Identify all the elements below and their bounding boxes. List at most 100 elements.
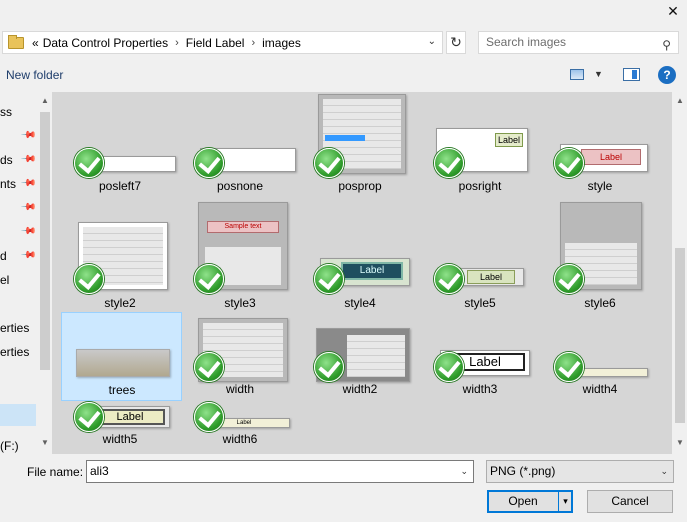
file-name: width2 (342, 382, 378, 396)
nav-item[interactable]: ss (0, 105, 12, 123)
new-folder-button[interactable]: New folder (6, 68, 63, 82)
content-scrollbar-thumb[interactable] (675, 248, 685, 423)
chevron-down-icon[interactable]: ⌄ (428, 36, 436, 47)
open-button-label: Open (508, 494, 538, 508)
file-item[interactable]: Sample text style3 (180, 202, 300, 310)
file-item[interactable]: posnone (180, 92, 300, 193)
checkmark-icon (554, 352, 584, 382)
nav-item[interactable]: erties (0, 321, 29, 339)
file-name: width4 (582, 382, 618, 396)
search-placeholder: Search images (486, 35, 567, 49)
chevron-down-icon[interactable]: ▼ (594, 69, 603, 79)
file-item[interactable]: width2 (300, 312, 420, 407)
checkmark-icon (314, 264, 344, 294)
pin-icon[interactable]: 📌 (20, 223, 37, 240)
chevron-right-icon[interactable]: › (175, 37, 179, 49)
breadcrumb-item[interactable]: Data Control Properties (43, 36, 168, 50)
refresh-button[interactable]: ↻ (446, 31, 466, 54)
search-input[interactable]: Search images ⚲ (478, 31, 679, 54)
file-item[interactable]: Label width5 (60, 402, 180, 454)
nav-item[interactable]: nts (0, 177, 16, 195)
file-name: posleft7 (98, 179, 142, 193)
file-item[interactable]: width4 (540, 312, 660, 407)
preview-pane-icon[interactable] (623, 68, 640, 81)
pin-icon[interactable]: 📌 (20, 247, 37, 264)
breadcrumb-overflow[interactable]: « (32, 36, 39, 50)
search-icon[interactable]: ⚲ (662, 35, 671, 56)
pin-icon[interactable]: 📌 (20, 127, 37, 144)
file-item[interactable]: posleft7 (60, 92, 180, 193)
file-name: style5 (464, 296, 496, 310)
checkmark-icon (554, 264, 584, 294)
checkmark-icon (314, 148, 344, 178)
file-name-input[interactable]: ali3 ⌄ (86, 460, 474, 483)
nav-item[interactable]: d (0, 249, 7, 267)
address-bar[interactable]: « Data Control Properties › Field Label … (2, 31, 443, 54)
scroll-down-icon[interactable]: ▼ (41, 438, 49, 447)
view-icon[interactable] (570, 69, 584, 80)
file-name: width6 (222, 432, 258, 446)
checkmark-icon (314, 352, 344, 382)
cancel-button[interactable]: Cancel (587, 490, 673, 513)
nav-scrollbar-thumb[interactable] (40, 112, 50, 370)
checkmark-icon (554, 148, 584, 178)
file-name: width5 (102, 432, 138, 446)
file-item[interactable]: Label style5 (420, 202, 540, 310)
nav-item[interactable]: el (0, 273, 9, 291)
pin-icon[interactable]: 📌 (20, 199, 37, 216)
file-name-label: File name: (27, 465, 84, 479)
file-name: posprop (338, 179, 382, 193)
checkmark-icon (194, 402, 224, 432)
checkmark-icon (194, 148, 224, 178)
file-item[interactable]: Label style4 (300, 202, 420, 310)
file-item[interactable]: posprop (300, 92, 420, 193)
nav-item[interactable]: ds (0, 153, 13, 171)
file-type-select[interactable]: PNG (*.png) ⌄ (486, 460, 674, 483)
file-item-selected[interactable]: trees (61, 312, 182, 401)
help-icon[interactable]: ? (658, 66, 676, 84)
file-item[interactable]: style2 (60, 202, 180, 310)
checkmark-icon (434, 352, 464, 382)
close-icon[interactable]: ✕ (665, 2, 681, 20)
chevron-right-icon[interactable]: › (251, 37, 255, 49)
nav-item[interactable]: erties (0, 345, 29, 363)
open-dropdown-icon[interactable]: ▾ (558, 491, 572, 512)
file-type-value: PNG (*.png) (490, 464, 556, 478)
checkmark-icon (194, 352, 224, 382)
pin-icon[interactable]: 📌 (20, 151, 37, 168)
folder-icon (8, 34, 24, 49)
breadcrumb-item[interactable]: images (262, 36, 301, 50)
file-name: style3 (224, 296, 256, 310)
scroll-down-icon[interactable]: ▼ (676, 438, 684, 447)
file-name: style4 (344, 296, 376, 310)
breadcrumb-item[interactable]: Field Label (186, 36, 245, 50)
file-thumbnail (76, 349, 170, 377)
scroll-up-icon[interactable]: ▲ (41, 96, 49, 105)
file-item[interactable]: Label width6 (180, 402, 300, 454)
file-name: style (587, 179, 613, 193)
file-item[interactable]: Label posright (420, 92, 540, 193)
checkmark-icon (74, 264, 104, 294)
pin-icon[interactable]: 📌 (20, 175, 37, 192)
nav-item[interactable]: (F:) (0, 439, 19, 457)
checkmark-icon (434, 264, 464, 294)
chevron-down-icon[interactable]: ⌄ (460, 461, 468, 482)
file-item[interactable]: Label width3 (420, 312, 540, 407)
file-name: trees (108, 383, 136, 397)
file-name: width3 (462, 382, 498, 396)
checkmark-icon (434, 148, 464, 178)
checkmark-icon (74, 402, 104, 432)
checkmark-icon (194, 264, 224, 294)
nav-selection (0, 404, 36, 426)
file-item[interactable]: width (180, 312, 300, 407)
file-name: posright (458, 179, 502, 193)
file-item[interactable]: Label style (540, 92, 660, 193)
chevron-down-icon[interactable]: ⌄ (660, 461, 668, 482)
file-name: posnone (216, 179, 264, 193)
checkmark-icon (74, 148, 104, 178)
file-list[interactable]: posleft7 posnone posprop Label posright … (52, 92, 672, 454)
file-item[interactable]: style6 (540, 202, 660, 310)
open-button[interactable]: Open ▾ (487, 490, 573, 513)
file-name: width (225, 382, 254, 396)
scroll-up-icon[interactable]: ▲ (676, 96, 684, 105)
